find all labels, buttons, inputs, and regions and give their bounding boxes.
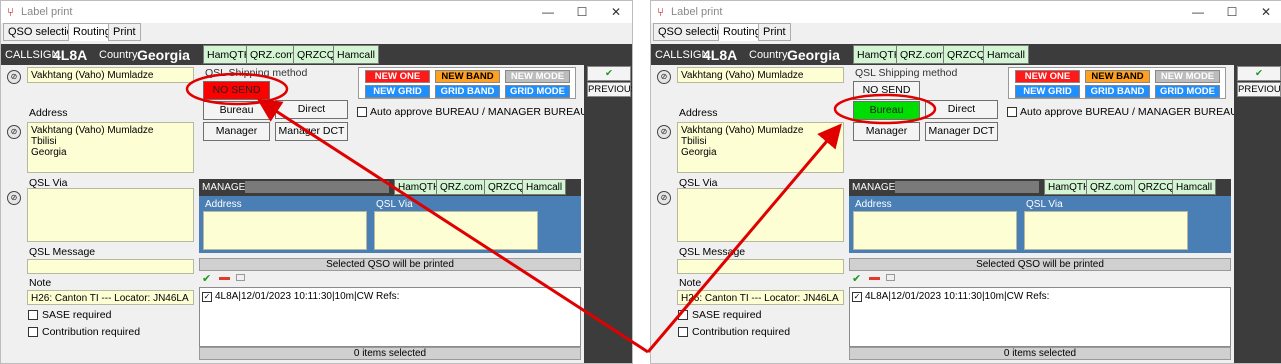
arrow-line-right: [646, 123, 842, 353]
highlight-ellipse-bureau: [833, 93, 937, 125]
annotation-overlay: [185, 72, 937, 354]
arrow-line-left: [256, 98, 649, 354]
highlight-ellipse-no-send: [185, 72, 289, 106]
